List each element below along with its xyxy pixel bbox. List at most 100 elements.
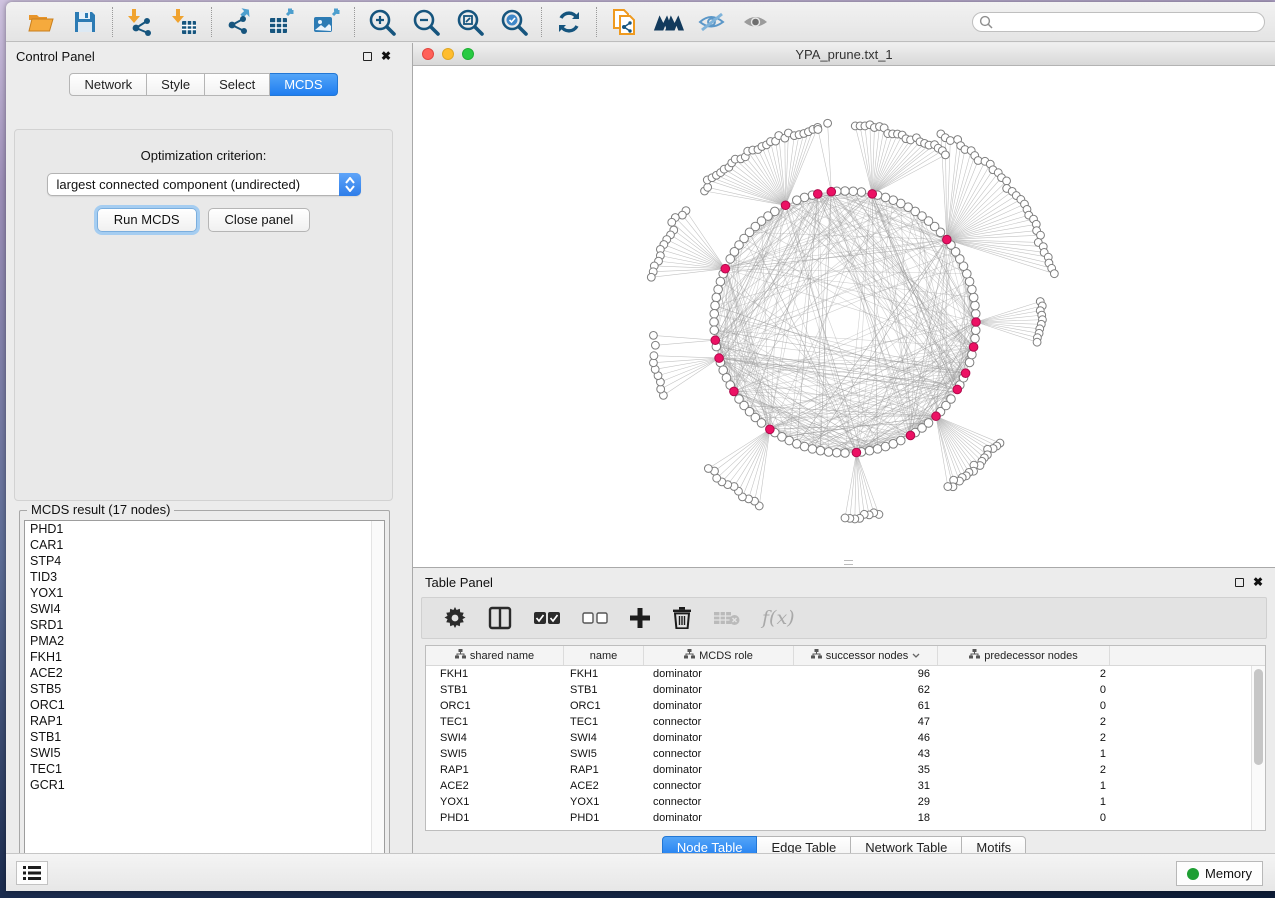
close-table-panel-icon[interactable]: ✖ (1253, 576, 1263, 588)
table-row[interactable]: PHD1PHD1dominator180 (426, 810, 1251, 826)
network-leaf-node[interactable] (668, 218, 676, 226)
mcds-result-item[interactable]: STB5 (25, 681, 384, 697)
export-network-icon[interactable] (223, 7, 255, 37)
column-header-shared-name[interactable]: shared name (426, 646, 564, 665)
network-hub-node[interactable] (715, 354, 724, 363)
network-node[interactable] (712, 293, 721, 302)
show-columns-icon[interactable] (488, 606, 512, 630)
network-hub-node[interactable] (961, 369, 970, 378)
network-node[interactable] (716, 277, 725, 286)
network-node[interactable] (881, 193, 890, 202)
tab-style[interactable]: Style (147, 73, 205, 96)
mcds-result-list[interactable]: PHD1CAR1STP4TID3YOX1SWI4SRD1PMA2FKH1ACE2… (24, 520, 385, 877)
network-titlebar[interactable]: YPA_prune.txt_1 (413, 43, 1275, 66)
network-hub-node[interactable] (766, 425, 775, 434)
table-row[interactable]: ORC1ORC1dominator610 (426, 698, 1251, 714)
mcds-result-item[interactable]: SWI4 (25, 601, 384, 617)
network-graph[interactable] (413, 66, 1275, 567)
show-all-icon[interactable] (740, 7, 772, 37)
mcds-result-item[interactable]: ACE2 (25, 665, 384, 681)
column-header-successor-nodes[interactable]: successor nodes (794, 646, 938, 665)
network-node[interactable] (971, 309, 980, 318)
network-node[interactable] (924, 419, 933, 428)
network-node[interactable] (873, 445, 882, 454)
float-panel-icon[interactable] (363, 52, 372, 61)
mcds-result-item[interactable]: PMA2 (25, 633, 384, 649)
close-panel-button[interactable]: Close panel (208, 208, 311, 232)
network-hub-node[interactable] (730, 387, 739, 396)
network-node[interactable] (710, 326, 719, 335)
network-node[interactable] (947, 395, 956, 404)
settings-gear-icon[interactable] (444, 607, 466, 629)
zoom-fit-icon[interactable] (454, 7, 486, 37)
network-hub-node[interactable] (813, 190, 822, 199)
network-leaf-node[interactable] (1033, 338, 1041, 346)
splitter-grip[interactable] (844, 560, 853, 565)
refresh-view-icon[interactable] (553, 7, 585, 37)
export-table-icon[interactable] (267, 7, 299, 37)
network-leaf-node[interactable] (647, 273, 655, 281)
table-row[interactable]: RAP1RAP1dominator352 (426, 762, 1251, 778)
network-leaf-node[interactable] (1050, 270, 1058, 278)
network-leaf-node[interactable] (1003, 177, 1011, 185)
network-leaf-node[interactable] (841, 514, 849, 522)
network-leaf-node[interactable] (704, 183, 712, 191)
memory-button[interactable]: Memory (1176, 861, 1263, 886)
save-session-icon[interactable] (69, 7, 101, 37)
network-node[interactable] (969, 293, 978, 302)
mcds-result-item[interactable]: STB1 (25, 729, 384, 745)
network-node[interactable] (711, 301, 720, 310)
column-header-name[interactable]: name (564, 646, 644, 665)
run-mcds-button[interactable]: Run MCDS (97, 208, 197, 232)
network-node[interactable] (800, 442, 809, 451)
zoom-out-icon[interactable] (410, 7, 442, 37)
mcds-result-item[interactable]: PHD1 (25, 521, 384, 537)
network-leaf-node[interactable] (652, 341, 660, 349)
tab-mcds[interactable]: MCDS (270, 73, 337, 96)
network-node[interactable] (896, 436, 905, 445)
network-hub-node[interactable] (827, 187, 836, 196)
network-leaf-node[interactable] (1037, 231, 1045, 239)
zoom-selected-icon[interactable] (498, 7, 530, 37)
tab-select[interactable]: Select (205, 73, 270, 96)
network-node[interactable] (710, 318, 719, 327)
network-node[interactable] (965, 358, 974, 367)
network-node[interactable] (757, 419, 766, 428)
network-hub-node[interactable] (943, 235, 952, 244)
mcds-result-item[interactable]: SWI5 (25, 745, 384, 761)
table-row[interactable]: TEC1TEC1connector472 (426, 714, 1251, 730)
column-header-MCDS-role[interactable]: MCDS role (644, 646, 794, 665)
network-leaf-node[interactable] (650, 352, 658, 360)
network-node[interactable] (857, 188, 866, 197)
network-node[interactable] (971, 301, 980, 310)
mcds-result-item[interactable]: ORC1 (25, 697, 384, 713)
import-network-icon[interactable] (124, 7, 156, 37)
add-column-icon[interactable] (630, 608, 650, 628)
hide-selected-icon[interactable] (696, 7, 728, 37)
network-node[interactable] (816, 446, 825, 455)
table-scrollbar-thumb[interactable] (1254, 669, 1263, 765)
zoom-in-icon[interactable] (366, 7, 398, 37)
network-node[interactable] (841, 449, 850, 458)
network-node[interactable] (710, 309, 719, 318)
mcds-result-item[interactable]: RAP1 (25, 713, 384, 729)
mcds-result-item[interactable]: CAR1 (25, 537, 384, 553)
deselect-all-checks-icon[interactable] (582, 612, 608, 625)
tab-network[interactable]: Network (69, 73, 147, 96)
column-header-predecessor-nodes[interactable]: predecessor nodes (938, 646, 1110, 665)
select-all-checks-icon[interactable] (534, 612, 560, 625)
mcds-list-scrollbar[interactable] (371, 521, 384, 876)
network-hub-node[interactable] (953, 385, 962, 394)
network-node[interactable] (726, 255, 735, 264)
network-leaf-node[interactable] (814, 126, 822, 134)
mcds-result-item[interactable]: TID3 (25, 569, 384, 585)
network-leaf-node[interactable] (824, 119, 832, 127)
first-neighbors-icon[interactable] (652, 7, 684, 37)
network-hub-node[interactable] (868, 190, 877, 199)
network-hub-node[interactable] (969, 343, 978, 352)
export-image-icon[interactable] (311, 7, 343, 37)
network-leaf-node[interactable] (650, 331, 658, 339)
import-table-icon[interactable] (168, 7, 200, 37)
copy-view-icon[interactable] (608, 7, 640, 37)
network-node[interactable] (968, 285, 977, 294)
